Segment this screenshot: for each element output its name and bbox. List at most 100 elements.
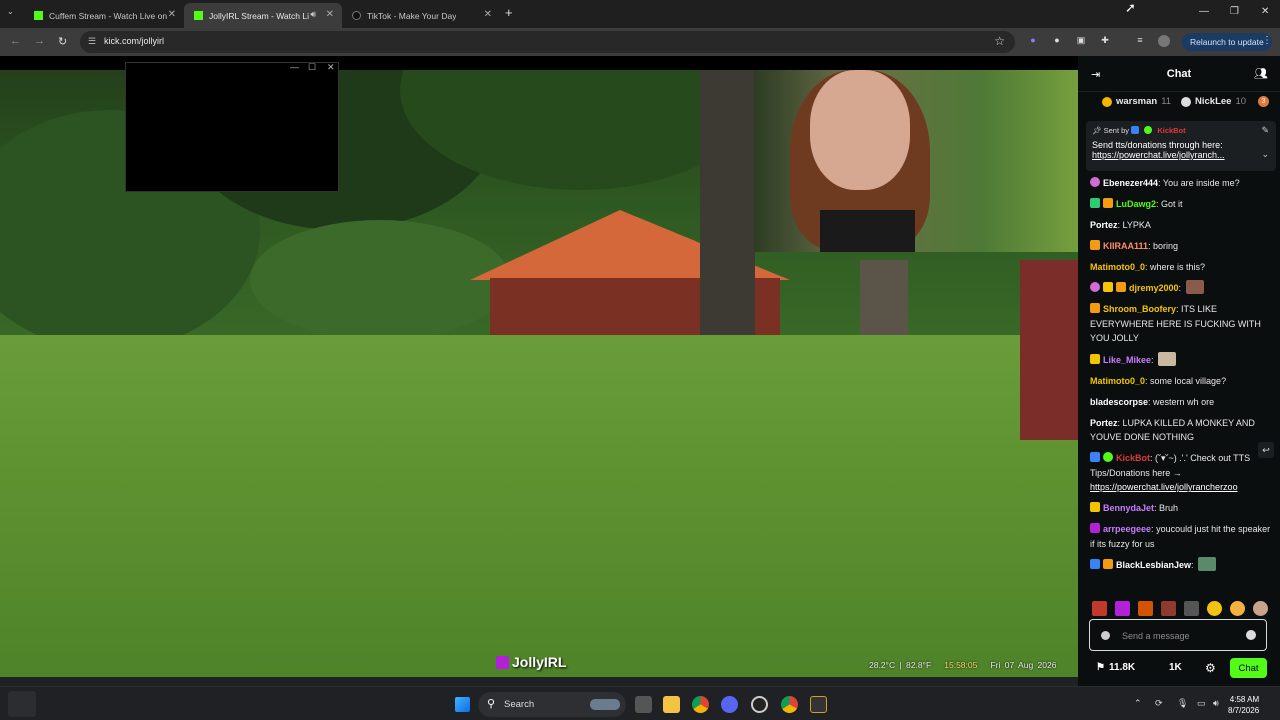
pinned-link[interactable]: https://powerchat.live/jollyranch... xyxy=(1092,150,1270,160)
tab-jollyirl[interactable]: JollyIRL Stream - Watch Live 🔊︎ ✕ xyxy=(184,3,342,28)
chat-username[interactable]: Like_Mikee xyxy=(1103,355,1151,365)
url-text[interactable]: kick.com/jollyirl xyxy=(104,36,164,46)
send-chat-button[interactable]: Chat xyxy=(1230,658,1267,678)
tray-chevron-up-icon[interactable]: ⌃ xyxy=(1134,698,1142,709)
address-bar[interactable]: ☰ kick.com/jollyirl ☆ xyxy=(80,31,1015,53)
tray-app-icon[interactable]: ⟳ xyxy=(1155,698,1163,709)
emote-button[interactable] xyxy=(1092,601,1107,616)
task-view-icon[interactable] xyxy=(635,696,652,713)
volume-icon[interactable]: 🔊︎ xyxy=(1213,698,1219,709)
speaker-icon[interactable]: 🔊︎ xyxy=(310,9,316,20)
extension-icon[interactable]: ● xyxy=(1027,35,1039,47)
site-info-icon[interactable]: ☰ xyxy=(88,36,96,47)
unpin-icon[interactable]: ✎ xyxy=(1261,125,1269,136)
bookmark-star-icon[interactable]: ☆ xyxy=(994,34,1005,48)
extension-icon[interactable]: ▣ xyxy=(1075,35,1087,47)
chat-username[interactable]: Ebenezer444 xyxy=(1103,178,1158,188)
chat-message: KickBot: (˘▾˘~) .'.' Check out TTS Tips/… xyxy=(1090,452,1251,493)
chat-username[interactable]: arrpeegeee xyxy=(1103,524,1151,534)
profile-avatar-icon[interactable] xyxy=(1158,35,1170,47)
emote-button[interactable] xyxy=(1184,601,1199,616)
emote-button[interactable] xyxy=(1230,601,1245,616)
gifter-item[interactable]: NickLee 10 xyxy=(1181,96,1246,107)
chat-username[interactable]: KickBot xyxy=(1116,453,1150,463)
chat-message-input[interactable] xyxy=(1122,628,1242,644)
emote-button[interactable] xyxy=(1138,601,1153,616)
chat-users-icon[interactable]: 👥︎ xyxy=(1254,67,1268,80)
terminal-icon[interactable] xyxy=(810,696,827,713)
chrome-icon[interactable] xyxy=(692,696,709,713)
chat-username[interactable]: Matimoto0_0 xyxy=(1090,262,1145,272)
chat-username[interactable]: LuDawg2 xyxy=(1116,199,1156,209)
file-explorer-icon[interactable] xyxy=(663,696,680,713)
taskbar-clock[interactable]: 4:58 AM 8/7/2026 xyxy=(1228,694,1259,716)
minimize-icon[interactable]: — xyxy=(290,62,299,72)
pinned-sender[interactable]: KickBot xyxy=(1157,126,1185,135)
emote-button[interactable] xyxy=(1161,601,1176,616)
extension-icon[interactable]: ● xyxy=(1051,35,1063,47)
chrome-active-icon[interactable] xyxy=(781,696,798,713)
obs-icon[interactable] xyxy=(751,696,768,713)
verified-badge-icon xyxy=(1103,452,1113,463)
minimize-button[interactable]: — xyxy=(1199,6,1209,17)
chat-text: where is this? xyxy=(1150,261,1206,272)
chat-username[interactable]: KIIRAA111 xyxy=(1103,241,1148,251)
chat-username[interactable]: BennydaJet xyxy=(1103,503,1154,513)
chevron-down-icon[interactable]: ⌄ xyxy=(1261,149,1269,160)
chat-mode-icon[interactable] xyxy=(1101,631,1110,640)
new-tab-button[interactable]: + xyxy=(505,5,513,20)
pinned-message[interactable]: 📌︎ Sent by KickBot Send tts/donations th… xyxy=(1086,121,1276,171)
chat-message: arrpeegeee: youcould just hit the speake… xyxy=(1090,523,1271,549)
chat-username[interactable]: bladescorpse xyxy=(1090,397,1148,407)
tab-close-icon[interactable]: ✕ xyxy=(168,9,176,20)
gifter-item[interactable]: warsman 11 xyxy=(1102,96,1171,107)
tab-close-icon[interactable]: ✕ xyxy=(484,9,492,20)
gift-badge-icon xyxy=(1103,197,1113,208)
close-icon[interactable]: ✕ xyxy=(327,62,335,73)
tab-close-icon[interactable]: ✕ xyxy=(326,9,334,20)
widgets-button[interactable] xyxy=(8,691,36,717)
network-icon[interactable]: ▭ xyxy=(1197,698,1206,709)
scroll-to-latest-icon[interactable]: ↩ xyxy=(1258,442,1274,458)
maximize-icon[interactable]: ☐ xyxy=(308,62,316,73)
stream-watermark: JollyIRL xyxy=(496,652,566,672)
chat-username[interactable]: Matimoto0_0 xyxy=(1090,376,1145,386)
relaunch-button[interactable]: Relaunch to update xyxy=(1182,33,1272,51)
tab-strip: ⌄ Cuffem Stream - Watch Live on ✕ JollyI… xyxy=(0,0,1280,28)
windows-start-icon[interactable] xyxy=(455,697,470,712)
forward-icon[interactable]: → xyxy=(34,35,45,47)
emote-button[interactable] xyxy=(1115,601,1130,616)
chat-username[interactable]: BlackLesbianJew xyxy=(1116,560,1191,570)
emoji-icon[interactable] xyxy=(1246,630,1256,640)
chat-link[interactable]: https://powerchat.live/jollyrancherzoo xyxy=(1090,482,1238,492)
chat-username[interactable]: Portez xyxy=(1090,220,1118,230)
chat-username[interactable]: Shroom_Boofery xyxy=(1103,304,1176,314)
reload-icon[interactable]: ↻ xyxy=(58,35,67,48)
back-icon[interactable]: ← xyxy=(10,35,21,47)
follower-count: 1K xyxy=(1169,662,1182,673)
sent-by-label: Sent by xyxy=(1103,126,1130,135)
mini-player[interactable] xyxy=(125,62,339,192)
tab-search-icon[interactable]: ⌄ xyxy=(7,7,19,19)
gifter-more-count[interactable]: 3 xyxy=(1258,96,1269,107)
emote-button[interactable] xyxy=(1253,601,1268,616)
chat-username[interactable]: Portez xyxy=(1090,418,1118,428)
close-window-button[interactable]: ✕ xyxy=(1261,6,1269,17)
chat-text: You are inside me? xyxy=(1162,178,1240,188)
microphone-icon[interactable]: 🎙︎ xyxy=(1177,698,1188,709)
quick-emote-bar xyxy=(1090,599,1280,617)
tab-title: JollyIRL Stream - Watch Live xyxy=(209,10,309,21)
tab-cuffem[interactable]: Cuffem Stream - Watch Live on ✕ xyxy=(24,3,184,28)
chat-input-box[interactable] xyxy=(1089,619,1267,651)
discord-icon[interactable] xyxy=(721,696,738,713)
taskbar-search[interactable]: ⚲ Search xyxy=(478,692,626,717)
chat-settings-icon[interactable]: ⚙ xyxy=(1205,661,1216,675)
extensions-puzzle-icon[interactable]: ✚ xyxy=(1099,35,1111,47)
media-control-icon[interactable]: ≡ xyxy=(1134,35,1146,47)
tab-tiktok[interactable]: TikTok - Make Your Day ✕ xyxy=(342,3,500,28)
restore-button[interactable]: ❐ xyxy=(1230,6,1239,17)
gift-badge-icon xyxy=(1103,559,1113,570)
chat-username[interactable]: djremy2000 xyxy=(1129,283,1179,293)
browser-menu-icon[interactable]: ⋮ xyxy=(1262,35,1272,46)
emote-button[interactable] xyxy=(1207,601,1222,616)
